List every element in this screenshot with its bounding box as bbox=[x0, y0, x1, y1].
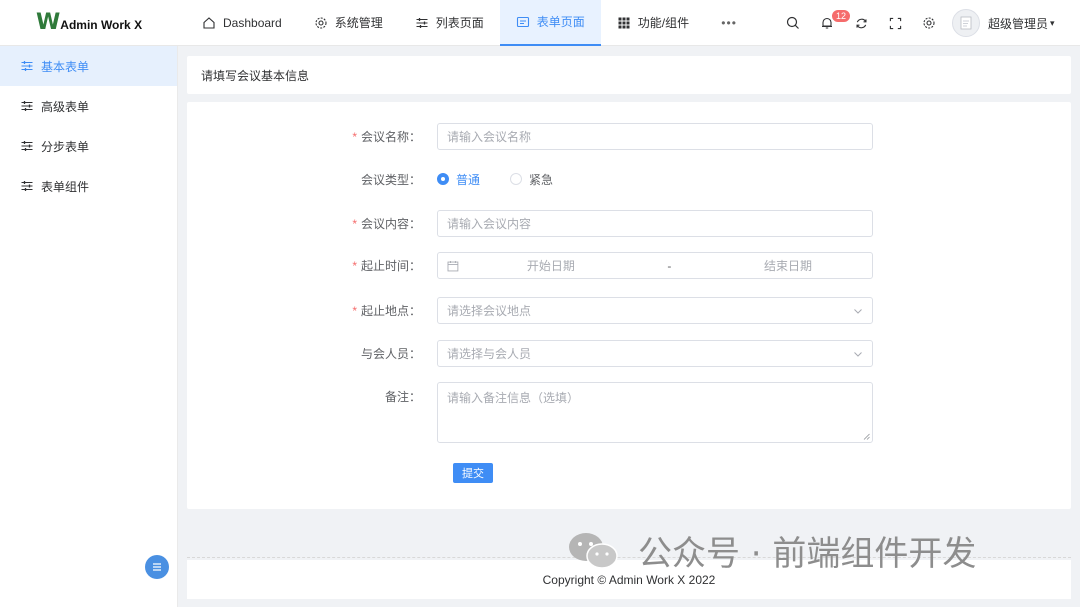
radio-normal[interactable]: 普通 bbox=[437, 171, 480, 188]
meeting-name-input[interactable]: 请输入会议名称 bbox=[437, 123, 873, 150]
sidebar-item-advanced-form[interactable]: 高级表单 bbox=[0, 86, 177, 126]
chevron-down-icon bbox=[854, 309, 862, 314]
nav-item-components[interactable]: 功能/组件 bbox=[601, 0, 705, 46]
nav-item-list[interactable]: 列表页面 bbox=[399, 0, 500, 46]
end-date-input[interactable]: 结束日期 bbox=[704, 257, 872, 274]
sidebar-item-step-form[interactable]: 分步表单 bbox=[0, 126, 177, 166]
required-mark: * bbox=[352, 304, 357, 318]
chevron-down-icon bbox=[854, 352, 862, 357]
fullscreen-icon bbox=[889, 17, 901, 29]
sidebar: 基本表单 高级表单 分步表单 表单组件 bbox=[0, 46, 178, 607]
meeting-content-input[interactable]: 请输入会议内容 bbox=[437, 210, 873, 237]
field-label: 会议类型： bbox=[360, 172, 421, 187]
date-separator: - bbox=[667, 258, 672, 273]
nav-item-system[interactable]: 系统管理 bbox=[298, 0, 399, 46]
resize-handle-icon[interactable] bbox=[863, 433, 870, 440]
settings-button[interactable] bbox=[912, 0, 946, 46]
form-row-time: * 起止时间： 开始日期 - 结束日期 bbox=[187, 252, 1071, 279]
select-placeholder: 请选择与会人员 bbox=[447, 347, 532, 361]
gear-icon bbox=[923, 17, 935, 29]
sliders-icon bbox=[21, 141, 33, 151]
top-header: W Admin Work X Dashboard 系统管理 列表页面 表单页面 … bbox=[0, 0, 1080, 46]
radio-unchecked-icon bbox=[510, 173, 523, 185]
fullscreen-button[interactable] bbox=[878, 0, 912, 46]
form-row-place: * 起止地点： 请选择会议地点 bbox=[187, 297, 1071, 324]
submit-button[interactable]: 提交 bbox=[453, 463, 493, 483]
wechat-icon bbox=[569, 532, 618, 569]
remark-textarea[interactable]: 请输入备注信息（选填） bbox=[437, 382, 873, 443]
field-label: 与会人员： bbox=[360, 347, 421, 361]
sidebar-item-label: 分步表单 bbox=[41, 139, 90, 154]
sidebar-item-label: 基本表单 bbox=[41, 59, 90, 74]
radio-urgent[interactable]: 紧急 bbox=[510, 171, 553, 188]
form-row-members: 与会人员： 请选择与会人员 bbox=[187, 340, 1071, 367]
user-menu[interactable]: 超级管理员 ▾ bbox=[952, 9, 1055, 37]
nav-more-button[interactable]: ••• bbox=[711, 0, 747, 46]
sidebar-item-basic-form[interactable]: 基本表单 bbox=[0, 46, 177, 86]
form-icon bbox=[516, 16, 529, 27]
nav-item-dashboard[interactable]: Dashboard bbox=[186, 0, 298, 46]
field-label: * 会议名称： bbox=[352, 130, 421, 144]
user-name: 超级管理员 bbox=[988, 16, 1049, 31]
form-row-name: * 会议名称： 请输入会议名称 bbox=[187, 123, 1071, 150]
sliders-icon bbox=[21, 181, 33, 191]
nav-item-label: Dashboard bbox=[223, 15, 282, 30]
sliders-icon bbox=[416, 17, 428, 28]
grid-icon bbox=[618, 17, 630, 28]
nav-item-label: 表单页面 bbox=[536, 15, 585, 29]
field-label: 备注： bbox=[384, 390, 421, 404]
header-tools: 12 超级管理员 ▾ bbox=[776, 0, 1055, 46]
avatar bbox=[952, 9, 980, 37]
meeting-members-select[interactable]: 请选择与会人员 bbox=[437, 340, 873, 367]
sidebar-item-label: 表单组件 bbox=[41, 179, 90, 194]
nav-item-label: 功能/组件 bbox=[637, 16, 690, 30]
field-label: * 会议内容： bbox=[352, 217, 421, 231]
required-mark: * bbox=[352, 259, 357, 273]
calendar-icon bbox=[447, 260, 459, 271]
textarea-placeholder: 请输入备注信息（选填） bbox=[447, 391, 580, 405]
meeting-form: * 会议名称： 请输入会议名称 会议类型： 普通 紧急 * 会议内容： 请输入会议内… bbox=[187, 102, 1071, 509]
radio-checked-icon bbox=[437, 173, 449, 185]
top-nav: Dashboard 系统管理 列表页面 表单页面 功能/组件 ••• bbox=[186, 0, 747, 46]
refresh-button[interactable] bbox=[844, 0, 878, 46]
search-icon bbox=[786, 16, 799, 29]
meeting-place-select[interactable]: 请选择会议地点 bbox=[437, 297, 873, 324]
logo-mark: W bbox=[36, 10, 60, 35]
required-mark: * bbox=[352, 130, 357, 144]
menu-icon bbox=[153, 563, 161, 571]
sidebar-collapse-button[interactable] bbox=[145, 555, 169, 579]
avatar-icon bbox=[960, 16, 972, 30]
sliders-icon bbox=[21, 61, 33, 71]
search-button[interactable] bbox=[776, 0, 810, 46]
sliders-icon bbox=[21, 101, 33, 111]
watermark: 公众号 · 前端组件开发 bbox=[566, 526, 976, 575]
date-range-picker[interactable]: 开始日期 - 结束日期 bbox=[437, 252, 873, 279]
form-row-content: * 会议内容： 请输入会议内容 bbox=[187, 210, 1071, 237]
home-icon bbox=[203, 16, 215, 29]
select-placeholder: 请选择会议地点 bbox=[447, 304, 532, 318]
field-label: * 起止时间： bbox=[352, 259, 421, 273]
required-mark: * bbox=[352, 217, 357, 231]
start-date-input[interactable]: 开始日期 bbox=[467, 257, 635, 274]
sidebar-item-form-components[interactable]: 表单组件 bbox=[0, 166, 177, 206]
form-row-remark: 备注： 请输入备注信息（选填） bbox=[187, 382, 1071, 443]
nav-item-label: 系统管理 bbox=[334, 16, 383, 30]
radio-label: 普通 bbox=[456, 172, 481, 187]
app-logo[interactable]: W Admin Work X bbox=[0, 0, 178, 46]
form-row-submit: 提交 bbox=[187, 463, 1071, 483]
chevron-down-icon: ▾ bbox=[1050, 17, 1055, 28]
meeting-type-radio-group: 普通 紧急 bbox=[437, 171, 583, 188]
nav-item-form[interactable]: 表单页面 bbox=[499, 0, 601, 46]
field-label: * 起止地点： bbox=[352, 304, 421, 318]
nav-item-label: 列表页面 bbox=[435, 16, 484, 30]
gear-icon bbox=[315, 16, 327, 29]
notification-button[interactable]: 12 bbox=[810, 0, 852, 46]
sidebar-item-label: 高级表单 bbox=[41, 99, 90, 114]
page-title: 请填写会议基本信息 bbox=[187, 56, 1071, 94]
radio-label: 紧急 bbox=[529, 172, 554, 187]
form-row-type: 会议类型： 普通 紧急 bbox=[187, 168, 1071, 190]
watermark-text: 公众号 · 前端组件开发 bbox=[638, 534, 977, 574]
logo-text: Admin Work X bbox=[60, 17, 143, 32]
refresh-icon bbox=[855, 18, 867, 28]
